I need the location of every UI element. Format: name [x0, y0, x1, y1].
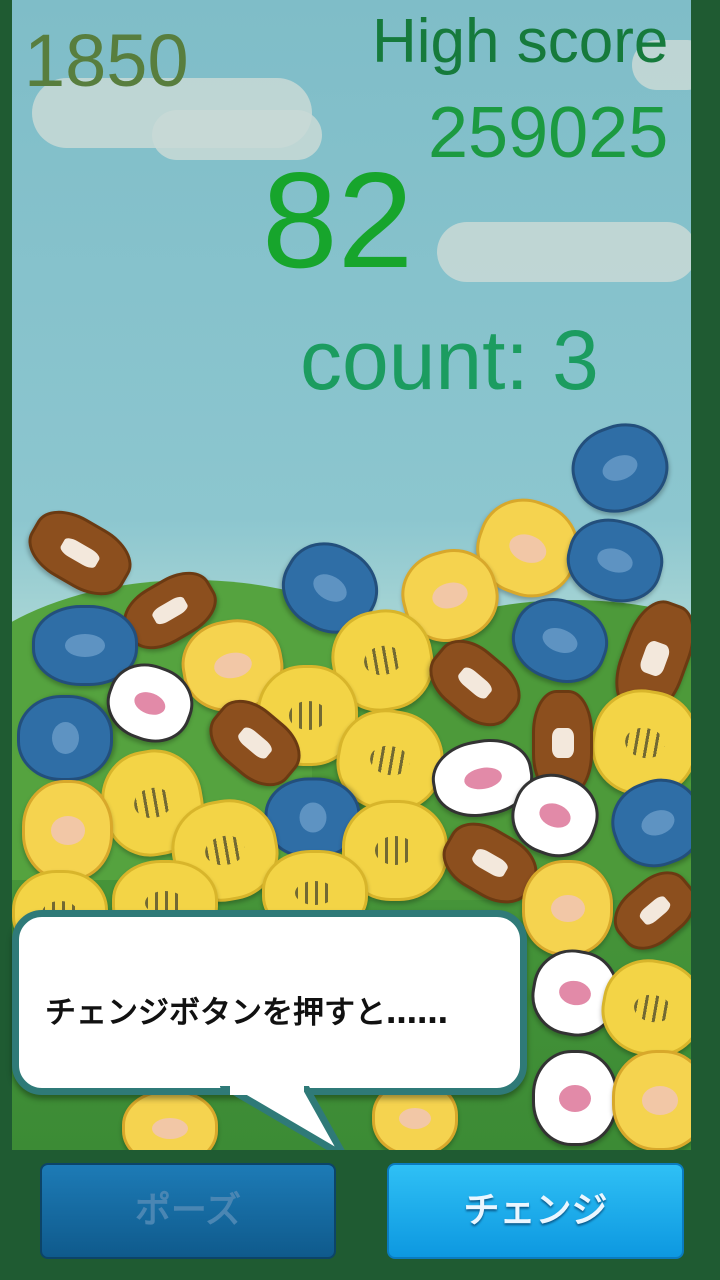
tiger-face [367, 742, 413, 779]
horse-face [638, 638, 672, 678]
elephant-face [65, 634, 105, 657]
dog-face [211, 649, 254, 682]
dog-face [505, 528, 550, 568]
elephant-face [51, 722, 79, 754]
tiger-face [361, 643, 404, 678]
dog-piece[interactable] [522, 860, 613, 956]
high-score-label: High score [372, 7, 669, 76]
elephant-piece[interactable] [558, 508, 672, 613]
tiger-face [375, 836, 415, 865]
game-screen: 1850 High score 259025 82 count: 3 チェンジボ… [0, 0, 720, 1280]
tiger-face [295, 881, 335, 905]
elephant-piece[interactable] [17, 695, 113, 781]
tiger-face [288, 701, 327, 730]
dog-face [152, 1117, 188, 1139]
elephant-piece[interactable] [501, 586, 619, 695]
dog-piece[interactable] [612, 1050, 691, 1150]
elephant-face [637, 805, 678, 841]
dog-face [642, 1086, 678, 1115]
cow-piece[interactable] [532, 1050, 618, 1146]
pause-button[interactable]: ポーズ [40, 1163, 336, 1259]
change-button[interactable]: チェンジ [387, 1163, 684, 1259]
cow-face [461, 764, 504, 792]
elephant-piece[interactable] [560, 411, 680, 525]
combo-count: count: 3 [300, 313, 599, 407]
elephant-face [539, 623, 581, 658]
dog-face [399, 1107, 431, 1129]
elephant-face [299, 803, 326, 833]
dog-face [550, 894, 585, 922]
cow-face [131, 687, 169, 719]
cow-face [536, 799, 574, 832]
dog-face [50, 816, 85, 845]
dog-face [429, 578, 471, 613]
score: 1850 [24, 19, 189, 102]
timer: 82 [262, 144, 414, 296]
tiger-face [622, 724, 668, 762]
horse-face [637, 893, 673, 928]
dog-piece[interactable] [122, 1090, 218, 1150]
high-score-value: 259025 [428, 93, 669, 173]
horse-piece[interactable] [17, 497, 143, 609]
cow-face [557, 978, 593, 1008]
dog-piece[interactable] [22, 780, 113, 881]
horse-face [455, 664, 495, 702]
elephant-face [594, 544, 636, 577]
tiger-face [202, 832, 248, 869]
elephant-face [598, 450, 642, 486]
horse-face [58, 535, 102, 571]
tiger-face [631, 991, 674, 1025]
horse-face [235, 724, 275, 762]
tiger-face [131, 784, 174, 822]
horse-face [551, 728, 574, 758]
horse-piece[interactable] [602, 859, 691, 962]
tutorial-bubble: チェンジボタンを押すと…… [12, 910, 527, 1095]
horse-face [469, 846, 511, 880]
elephant-face [308, 568, 352, 608]
cow-face [559, 1084, 591, 1112]
horse-face [150, 594, 190, 627]
tutorial-text: チェンジボタンを押すと…… [45, 995, 448, 1031]
